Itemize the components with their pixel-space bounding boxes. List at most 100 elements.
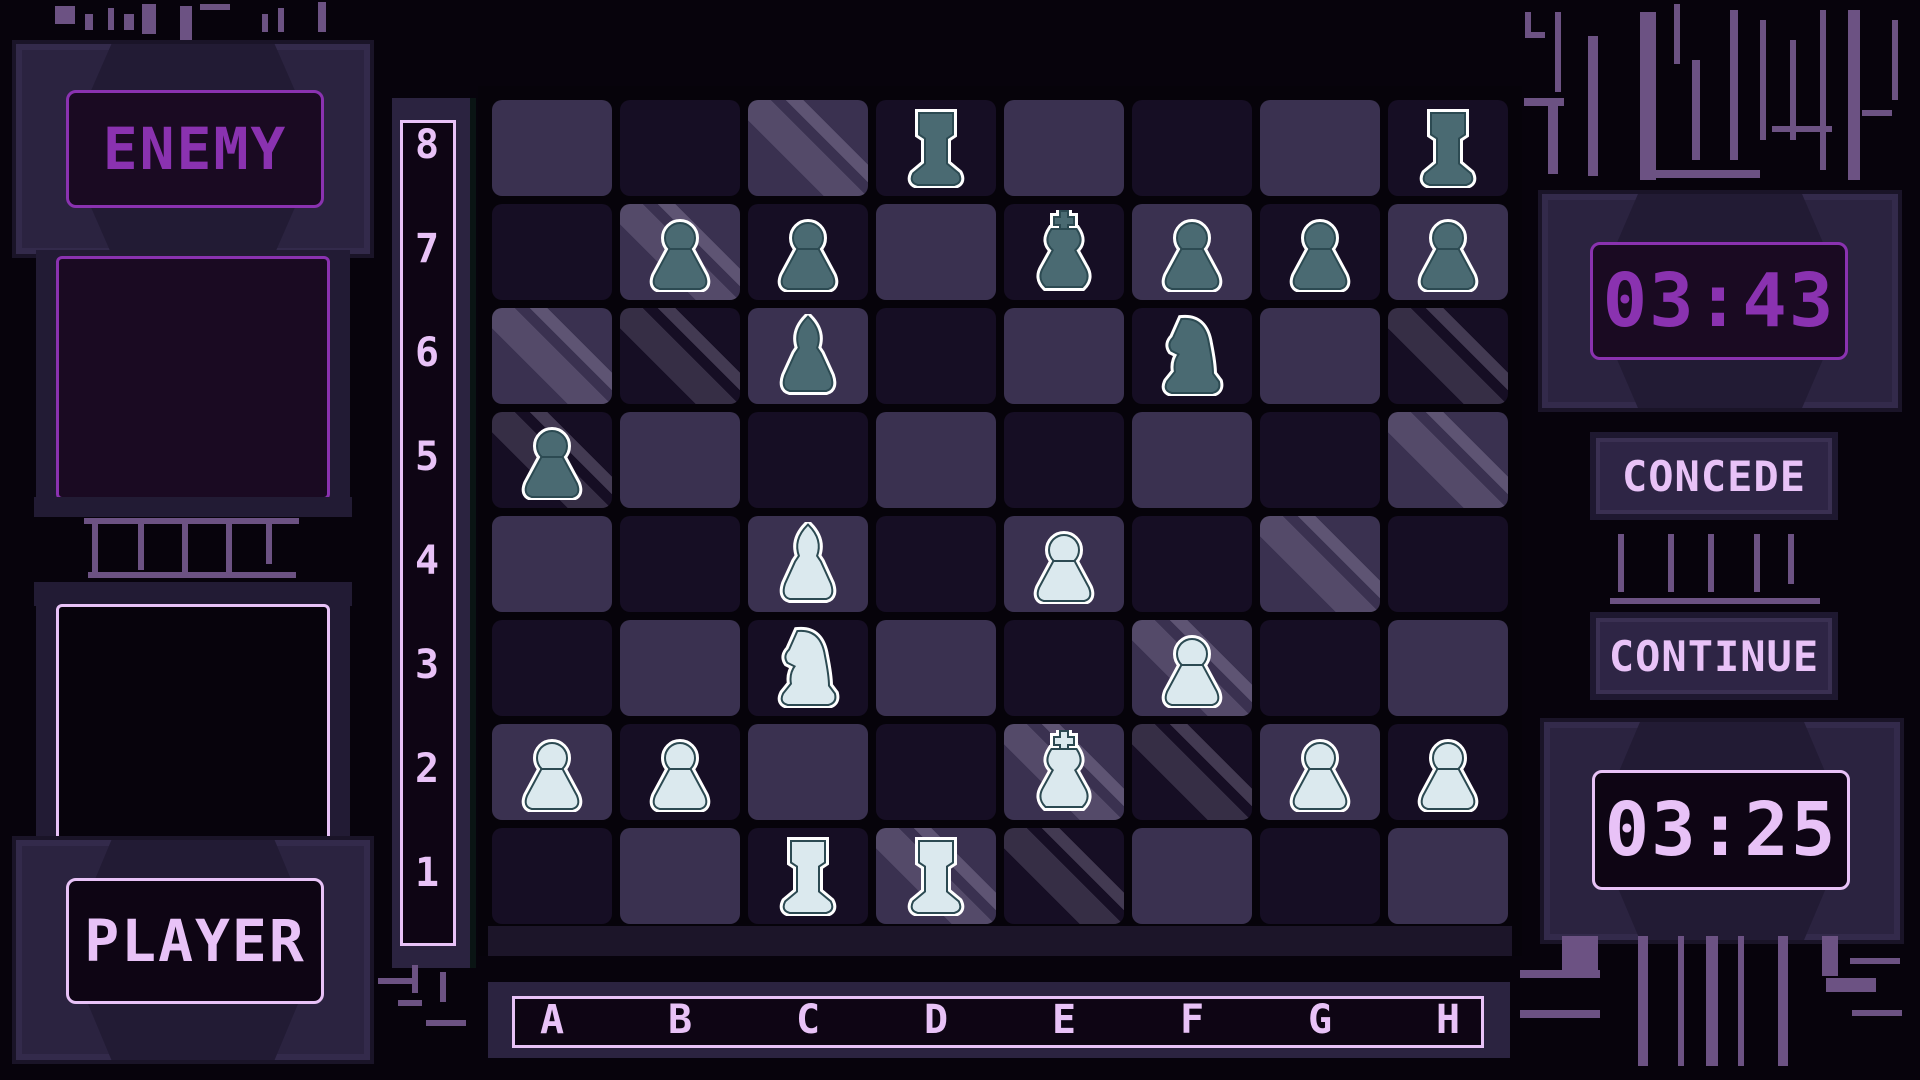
white-bishop-icon[interactable] bbox=[748, 494, 868, 604]
square-b6[interactable] bbox=[620, 308, 740, 404]
square-f3[interactable] bbox=[1132, 620, 1252, 716]
black-rook-icon[interactable] bbox=[876, 78, 996, 188]
square-b5[interactable] bbox=[620, 412, 740, 508]
square-f5[interactable] bbox=[1132, 412, 1252, 508]
circuit-decoration bbox=[1525, 32, 1545, 38]
player-portrait bbox=[56, 604, 330, 846]
black-knight-icon[interactable] bbox=[1132, 286, 1252, 396]
glass-reflection bbox=[620, 308, 740, 404]
enemy-timer-box: 03:43 bbox=[1590, 242, 1848, 360]
black-rook-icon[interactable] bbox=[1388, 78, 1508, 188]
black-pawn-icon[interactable] bbox=[748, 182, 868, 292]
square-g4[interactable] bbox=[1260, 516, 1380, 612]
player-timer: 03:25 bbox=[1604, 787, 1838, 873]
square-a5[interactable] bbox=[492, 412, 612, 508]
square-c3[interactable] bbox=[748, 620, 868, 716]
continue-button[interactable]: CONTINUE bbox=[1590, 612, 1838, 700]
white-pawn-icon[interactable] bbox=[1260, 702, 1380, 812]
square-e6[interactable] bbox=[1004, 308, 1124, 404]
white-pawn-icon[interactable] bbox=[1004, 494, 1124, 604]
square-e7[interactable] bbox=[1004, 204, 1124, 300]
black-pawn-icon[interactable] bbox=[620, 182, 740, 292]
rank-label: 1 bbox=[414, 850, 440, 896]
square-g5[interactable] bbox=[1260, 412, 1380, 508]
square-h2[interactable] bbox=[1388, 724, 1508, 820]
square-d1[interactable] bbox=[876, 828, 996, 924]
circuit-decoration bbox=[1692, 60, 1700, 160]
circuit-decoration bbox=[1638, 936, 1648, 1066]
square-h6[interactable] bbox=[1388, 308, 1508, 404]
white-king-icon[interactable] bbox=[1004, 702, 1124, 812]
circuit-decoration bbox=[1790, 40, 1796, 140]
continue-label: CONTINUE bbox=[1608, 631, 1820, 681]
circuit-decoration bbox=[1848, 10, 1860, 180]
square-b2[interactable] bbox=[620, 724, 740, 820]
file-label: B bbox=[667, 997, 693, 1043]
circuit-decoration bbox=[1892, 20, 1898, 100]
white-pawn-icon[interactable] bbox=[1388, 702, 1508, 812]
square-b7[interactable] bbox=[620, 204, 740, 300]
square-d8[interactable] bbox=[876, 100, 996, 196]
square-a4[interactable] bbox=[492, 516, 612, 612]
circuit-decoration bbox=[200, 4, 230, 10]
black-pawn-icon[interactable] bbox=[1132, 182, 1252, 292]
rank-label: 7 bbox=[414, 226, 440, 272]
circuit-decoration bbox=[138, 522, 144, 570]
circuit-decoration bbox=[1708, 534, 1714, 592]
enemy-label-box: ENEMY bbox=[66, 90, 324, 208]
glass-reflection bbox=[1388, 308, 1508, 404]
square-h1[interactable] bbox=[1388, 828, 1508, 924]
square-f1[interactable] bbox=[1132, 828, 1252, 924]
square-d5[interactable] bbox=[876, 412, 996, 508]
white-pawn-icon[interactable] bbox=[620, 702, 740, 812]
circuit-decoration bbox=[55, 6, 75, 24]
black-king-icon[interactable] bbox=[1004, 182, 1124, 292]
circuit-decoration bbox=[108, 8, 114, 30]
white-knight-icon[interactable] bbox=[748, 598, 868, 708]
square-a8[interactable] bbox=[492, 100, 612, 196]
square-e2[interactable] bbox=[1004, 724, 1124, 820]
square-g2[interactable] bbox=[1260, 724, 1380, 820]
square-g7[interactable] bbox=[1260, 204, 1380, 300]
square-e1[interactable] bbox=[1004, 828, 1124, 924]
square-h5[interactable] bbox=[1388, 412, 1508, 508]
square-f2[interactable] bbox=[1132, 724, 1252, 820]
square-b1[interactable] bbox=[620, 828, 740, 924]
circuit-decoration bbox=[1524, 98, 1564, 106]
square-h4[interactable] bbox=[1388, 516, 1508, 612]
square-h7[interactable] bbox=[1388, 204, 1508, 300]
square-b4[interactable] bbox=[620, 516, 740, 612]
circuit-decoration bbox=[1788, 534, 1794, 584]
white-pawn-icon[interactable] bbox=[1132, 598, 1252, 708]
black-pawn-icon[interactable] bbox=[1260, 182, 1380, 292]
circuit-decoration bbox=[1850, 958, 1900, 964]
black-pawn-icon[interactable] bbox=[1388, 182, 1508, 292]
file-label: C bbox=[795, 997, 821, 1043]
white-rook-icon[interactable] bbox=[876, 806, 996, 916]
concede-button[interactable]: CONCEDE bbox=[1590, 432, 1838, 520]
circuit-decoration bbox=[1610, 598, 1820, 604]
rank-label: 6 bbox=[414, 330, 440, 376]
square-g6[interactable] bbox=[1260, 308, 1380, 404]
file-label: D bbox=[923, 997, 949, 1043]
square-a1[interactable] bbox=[492, 828, 612, 924]
white-pawn-icon[interactable] bbox=[492, 702, 612, 812]
square-g1[interactable] bbox=[1260, 828, 1380, 924]
square-c1[interactable] bbox=[748, 828, 868, 924]
square-d7[interactable] bbox=[876, 204, 996, 300]
black-bishop-icon[interactable] bbox=[748, 286, 868, 396]
square-a7[interactable] bbox=[492, 204, 612, 300]
glass-reflection bbox=[1132, 724, 1252, 820]
square-d4[interactable] bbox=[876, 516, 996, 612]
player-timer-box: 03:25 bbox=[1592, 770, 1850, 890]
black-pawn-icon[interactable] bbox=[492, 390, 612, 500]
square-e4[interactable] bbox=[1004, 516, 1124, 612]
square-d3[interactable] bbox=[876, 620, 996, 716]
square-f6[interactable] bbox=[1132, 308, 1252, 404]
white-rook-icon[interactable] bbox=[748, 806, 868, 916]
square-d6[interactable] bbox=[876, 308, 996, 404]
circuit-decoration bbox=[1852, 1010, 1902, 1016]
square-a2[interactable] bbox=[492, 724, 612, 820]
square-c6[interactable] bbox=[748, 308, 868, 404]
file-label: F bbox=[1179, 997, 1205, 1043]
